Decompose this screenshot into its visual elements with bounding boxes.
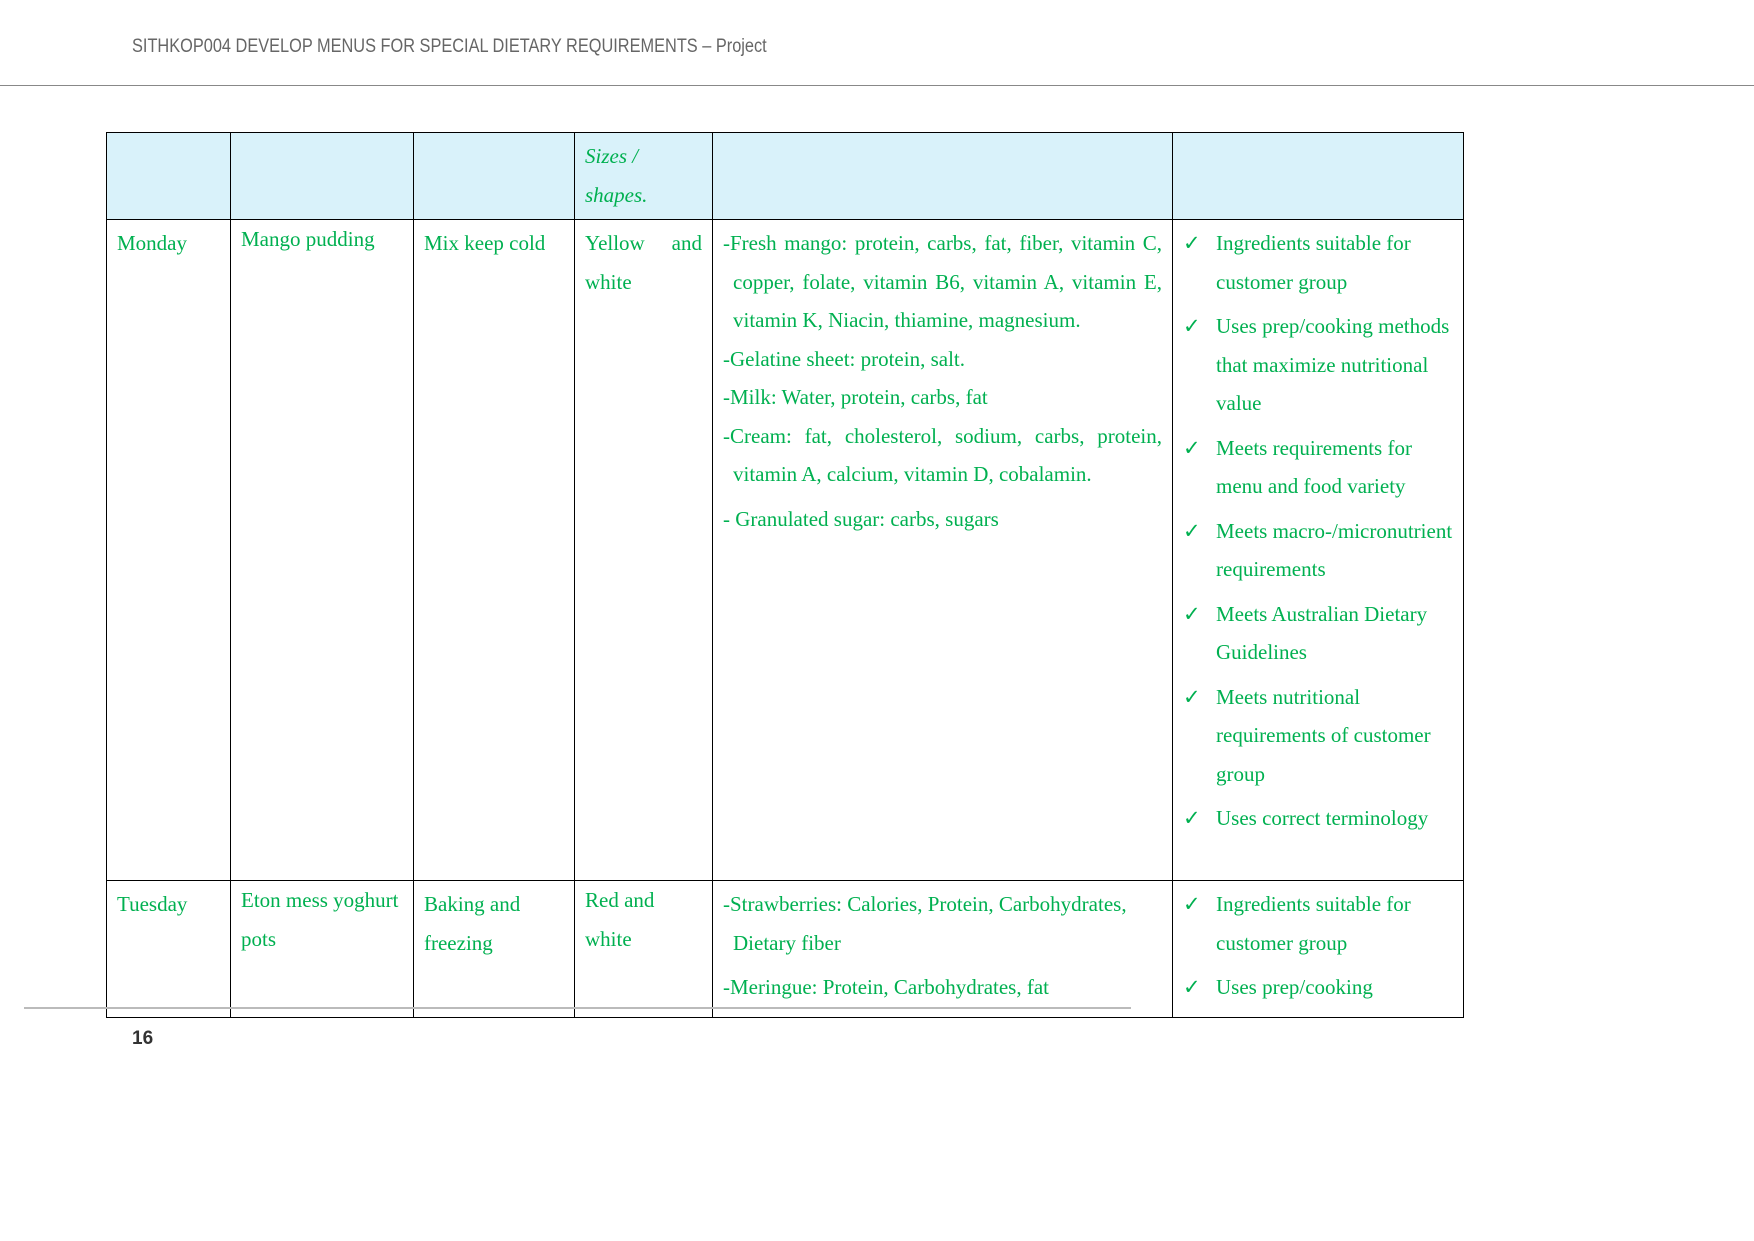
check-item: ✓ Meets macro-/micronutrient requirements <box>1183 512 1453 589</box>
table-row: Monday Mango pudding Mix keep cold Yello… <box>106 219 1464 881</box>
nutrient-item: -Cream: fat, cholesterol, sodium, carbs,… <box>723 423 1162 487</box>
check-mark-icon: ✓ <box>1183 601 1201 626</box>
check-item: ✓ Ingredients suitable for customer group <box>1183 885 1453 962</box>
nutrient-item: -Strawberries: Calories, Protein, Carboh… <box>723 892 1127 955</box>
check-item: ✓ Uses prep/cooking methods that maximize… <box>1183 307 1453 423</box>
nutrient-item: -Gelatine sheet: protein, salt. <box>723 346 966 371</box>
check-mark-icon: ✓ <box>1183 892 1201 916</box>
menu-table: Sizes / shapes. Monday Mango pudding Mix… <box>106 132 1464 1018</box>
check-mark-icon: ✓ <box>1183 518 1201 543</box>
check-item: ✓ Meets requirements for menu and food va… <box>1183 429 1453 506</box>
check-mark-icon: ✓ <box>1183 314 1201 338</box>
page-number: 16 <box>132 1028 154 1049</box>
colour-cell: Red and white <box>574 880 713 1018</box>
check-item: ✓ Ingredients suitable for customer group <box>1183 224 1453 301</box>
day-cell: Monday <box>106 219 231 881</box>
check-mark-icon: ✓ <box>1183 975 1201 999</box>
method-cell: Mix keep cold <box>413 219 575 881</box>
day-cell: Tuesday <box>106 880 231 1018</box>
nutrient-item: -Fresh mango: protein, carbs, fat, fiber… <box>723 231 1162 332</box>
check-mark-icon: ✓ <box>1183 231 1201 255</box>
dish-cell: Mango pudding <box>230 219 414 881</box>
check-mark-icon: ✓ <box>1183 684 1201 709</box>
colour-cell: Yellow and white <box>574 219 713 881</box>
footer-divider <box>24 1007 1131 1009</box>
check-mark-icon: ✓ <box>1183 435 1201 460</box>
check-mark-icon: ✓ <box>1183 806 1201 830</box>
checks-cell: ✓ Ingredients suitable for customer group… <box>1172 880 1464 1018</box>
sizes-shapes-header: Sizes / shapes. <box>585 144 648 207</box>
header-divider <box>0 85 1754 86</box>
nutrient-item: - Granulated sugar: carbs, sugars <box>723 506 999 531</box>
checks-cell: ✓ Ingredients suitable for customer group… <box>1172 219 1464 881</box>
check-item: ✓ Meets Australian Dietary Guidelines <box>1183 595 1453 672</box>
running-header: SITHKOP004 DEVELOP MENUS FOR SPECIAL DIE… <box>132 36 767 57</box>
nutrient-item: -Meringue: Protein, Carbohydrates, fat <box>723 975 1049 999</box>
table-header-row: Sizes / shapes. <box>106 132 1464 220</box>
check-item: ✓ Uses prep/cooking <box>1183 968 1453 1007</box>
nutrient-item: -Milk: Water, protein, carbs, fat <box>723 385 988 409</box>
table-row: Tuesday Eton mess yoghurt pots Baking an… <box>106 880 1464 1018</box>
nutrients-cell: -Fresh mango: protein, carbs, fat, fiber… <box>712 219 1173 881</box>
check-item: ✓ Meets nutritional requirements of custo… <box>1183 678 1453 794</box>
method-cell: Baking and freezing <box>413 880 575 1018</box>
check-item: ✓ Uses correct terminology <box>1183 799 1453 838</box>
dish-cell: Eton mess yoghurt pots <box>230 880 414 1018</box>
nutrients-cell: -Strawberries: Calories, Protein, Carboh… <box>712 880 1173 1018</box>
